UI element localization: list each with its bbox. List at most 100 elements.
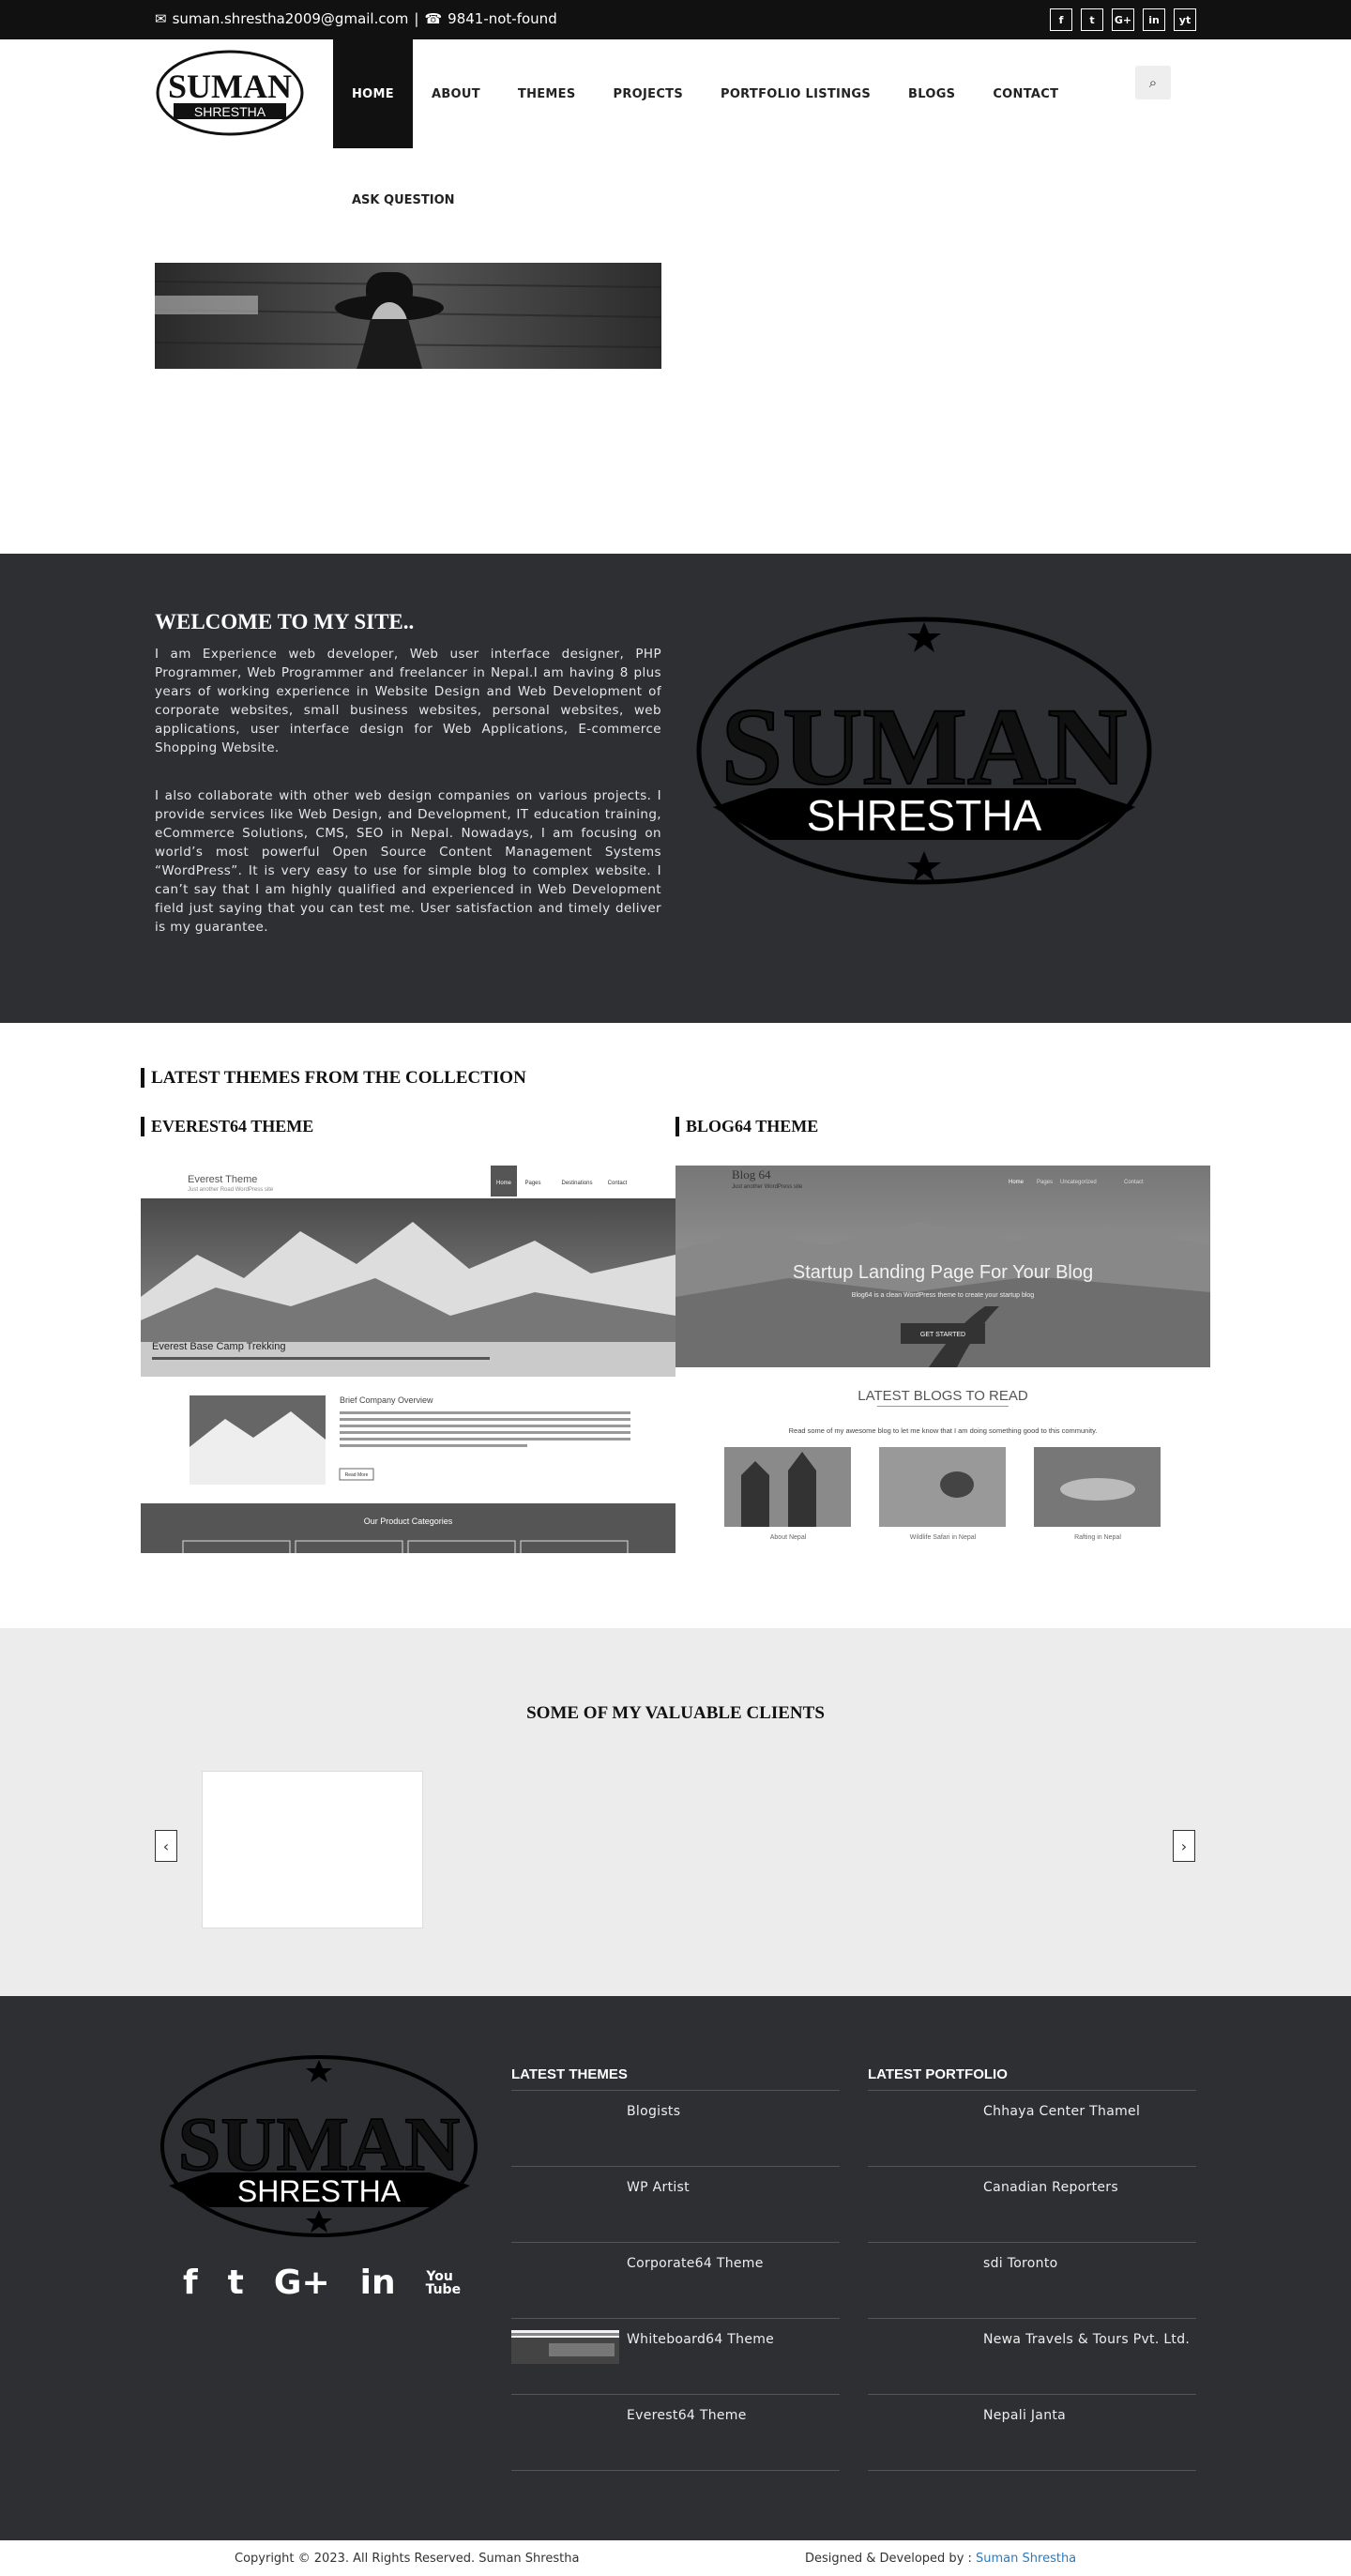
google-plus-icon[interactable]: G+ — [274, 2264, 330, 2302]
svg-text:Pages: Pages — [524, 1181, 540, 1186]
svg-text:Startup Landing Page For Your: Startup Landing Page For Your Blog — [793, 1262, 1093, 1283]
svg-text:Read some of my awesome blog t: Read some of my awesome blog to let me k… — [789, 1426, 1098, 1435]
svg-text:SHRESTHA: SHRESTHA — [807, 791, 1042, 840]
svg-text:SHRESTHA: SHRESTHA — [237, 2174, 402, 2208]
nav-projects[interactable]: PROJECTS — [595, 39, 702, 148]
separator: | — [414, 10, 419, 27]
svg-text:About Nepal: About Nepal — [770, 1534, 807, 1541]
svg-text:Wildlife Safari in Nepal: Wildlife Safari in Nepal — [910, 1534, 977, 1541]
list-item[interactable]: sdi Toronto — [868, 2243, 1196, 2319]
contact-info: ✉ suman.shrestha2009@gmail.com | ☎ 9841-… — [155, 10, 557, 27]
welcome-section: WELCOME TO MY SITE.. I am Experience web… — [0, 554, 1351, 1023]
blog64-theme-screenshot[interactable]: Blog 64 Just another WordPress site Home… — [676, 1166, 1210, 1553]
clients-next-button[interactable]: › — [1173, 1830, 1195, 1862]
chevron-left-icon: ‹ — [162, 1837, 170, 1855]
theme-link[interactable]: Everest64 Theme — [627, 2408, 747, 2423]
welcome-title: WELCOME TO MY SITE.. — [155, 610, 415, 633]
everest-theme-screenshot[interactable]: Everest Theme Just another Road WordPres… — [141, 1166, 676, 1553]
linkedin-icon[interactable]: in — [360, 2264, 396, 2302]
facebook-icon[interactable]: f — [183, 2264, 198, 2302]
nav-portfolio-listings[interactable]: PORTFOLIO LISTINGS — [702, 39, 889, 148]
svg-text:Contact: Contact — [608, 1181, 628, 1186]
client-logo-card[interactable] — [202, 1771, 423, 1928]
nav-contact[interactable]: CONTACT — [974, 39, 1077, 148]
footer-latest-portfolio: LATEST PORTFOLIO Chhaya Center Thamel Ca… — [868, 2066, 1196, 2471]
list-item[interactable]: Canadian Reporters — [868, 2167, 1196, 2243]
footer-social-icons: f t G+ in You Tube — [183, 2264, 462, 2302]
credit-prefix: Designed & Developed by : — [805, 2552, 977, 2566]
list-item[interactable]: WP Artist — [511, 2167, 840, 2243]
copyright-text: Copyright © 2023. All Rights Reserved. S… — [235, 2552, 580, 2566]
svg-text:Everest Base Camp Trekking: Everest Base Camp Trekking — [152, 1341, 285, 1352]
svg-text:Read More: Read More — [345, 1472, 369, 1478]
everest-theme-title[interactable]: EVEREST64 THEME — [141, 1117, 313, 1136]
footer: SUMAN SHRESTHA f t G+ in You Tube LATEST… — [0, 1996, 1351, 2540]
nav-themes[interactable]: THEMES — [499, 39, 595, 148]
blog64-theme-title[interactable]: BLOG64 THEME — [676, 1117, 818, 1136]
facebook-icon[interactable]: f — [1050, 8, 1072, 31]
list-item[interactable]: Blogists — [511, 2091, 840, 2167]
hero-banner-image — [155, 263, 661, 369]
svg-text:Home: Home — [496, 1181, 512, 1186]
nav-about[interactable]: ABOUT — [413, 39, 499, 148]
theme-link[interactable]: Whiteboard64 Theme — [627, 2332, 774, 2347]
email-link[interactable]: suman.shrestha2009@gmail.com — [173, 10, 409, 27]
clients-title: SOME OF MY VALUABLE CLIENTS — [526, 1703, 825, 1723]
svg-text:Destinations: Destinations — [561, 1181, 592, 1186]
portfolio-link[interactable]: sdi Toronto — [983, 2256, 1058, 2271]
phone-link[interactable]: 9841-not-found — [448, 10, 557, 27]
portfolio-link[interactable]: Newa Travels & Tours Pvt. Ltd. — [983, 2332, 1190, 2347]
chevron-right-icon: › — [1180, 1837, 1188, 1855]
svg-text:LATEST BLOGS TO READ: LATEST BLOGS TO READ — [858, 1388, 1028, 1404]
google-plus-icon[interactable]: G+ — [1112, 8, 1134, 31]
nav-home[interactable]: HOME — [333, 39, 413, 148]
search-icon: ⌕ — [1148, 74, 1158, 91]
top-bar: ✉ suman.shrestha2009@gmail.com | ☎ 9841-… — [0, 0, 1351, 39]
credit-link[interactable]: Suman Shrestha — [976, 2552, 1076, 2566]
search-button[interactable]: ⌕ — [1135, 66, 1171, 99]
svg-text:Blog 64: Blog 64 — [732, 1167, 771, 1181]
svg-text:Pages: Pages — [1037, 1180, 1053, 1185]
large-logo: SUMAN SHRESTHA — [696, 617, 1152, 885]
theme-link[interactable]: Corporate64 Theme — [627, 2256, 764, 2271]
linkedin-icon[interactable]: in — [1143, 8, 1165, 31]
list-item[interactable]: Newa Travels & Tours Pvt. Ltd. — [868, 2319, 1196, 2395]
nav-blogs[interactable]: BLOGS — [889, 39, 974, 148]
youtube-icon[interactable]: yt — [1174, 8, 1196, 31]
svg-text:Just another Road WordPress si: Just another Road WordPress site — [188, 1187, 274, 1193]
list-item[interactable]: Whiteboard64 Theme — [511, 2319, 840, 2395]
site-logo[interactable]: SUMAN SHRESTHA — [155, 49, 305, 137]
copyright-bar: Copyright © 2023. All Rights Reserved. S… — [0, 2540, 1351, 2576]
nav-ask-question[interactable]: ASK QUESTION — [352, 193, 455, 207]
svg-text:SHRESTHA: SHRESTHA — [194, 104, 266, 119]
svg-text:Uncategorized: Uncategorized — [1060, 1180, 1097, 1185]
svg-text:Home: Home — [1009, 1180, 1025, 1185]
clients-prev-button[interactable]: ‹ — [155, 1830, 177, 1862]
youtube-icon[interactable]: You Tube — [426, 2270, 462, 2296]
credit-text: Designed & Developed by : Suman Shrestha — [805, 2552, 1076, 2566]
svg-text:Brief Company Overview: Brief Company Overview — [340, 1395, 433, 1405]
themes-section-title: LATEST THEMES FROM THE COLLECTION — [141, 1068, 526, 1088]
top-social-icons: f t G+ in yt — [1050, 8, 1196, 31]
latest-portfolio-heading: LATEST PORTFOLIO — [868, 2066, 1196, 2091]
latest-themes-heading: LATEST THEMES — [511, 2066, 840, 2091]
portfolio-link[interactable]: Nepali Janta — [983, 2408, 1066, 2423]
svg-text:Our Product Categories: Our Product Categories — [364, 1517, 453, 1526]
footer-logo[interactable]: SUMAN SHRESTHA — [158, 2052, 481, 2249]
whiteboard-theme-thumbnail[interactable] — [511, 2330, 619, 2364]
svg-text:Contact: Contact — [1124, 1180, 1144, 1185]
twitter-icon[interactable]: t — [1081, 8, 1103, 31]
list-item[interactable]: Everest64 Theme — [511, 2395, 840, 2471]
list-item[interactable]: Chhaya Center Thamel — [868, 2091, 1196, 2167]
theme-link[interactable]: Blogists — [627, 2104, 680, 2119]
list-item[interactable]: Nepali Janta — [868, 2395, 1196, 2471]
footer-latest-themes: LATEST THEMES Blogists WP Artist Corpora… — [511, 2066, 840, 2471]
twitter-icon[interactable]: t — [228, 2264, 244, 2302]
portfolio-link[interactable]: Chhaya Center Thamel — [983, 2104, 1140, 2119]
portfolio-link[interactable]: Canadian Reporters — [983, 2180, 1118, 2195]
phone-icon: ☎ — [424, 10, 443, 27]
welcome-paragraph-1: I am Experience web developer, Web user … — [155, 647, 661, 755]
list-item[interactable]: Corporate64 Theme — [511, 2243, 840, 2319]
theme-link[interactable]: WP Artist — [627, 2180, 690, 2195]
envelope-icon: ✉ — [155, 10, 167, 27]
